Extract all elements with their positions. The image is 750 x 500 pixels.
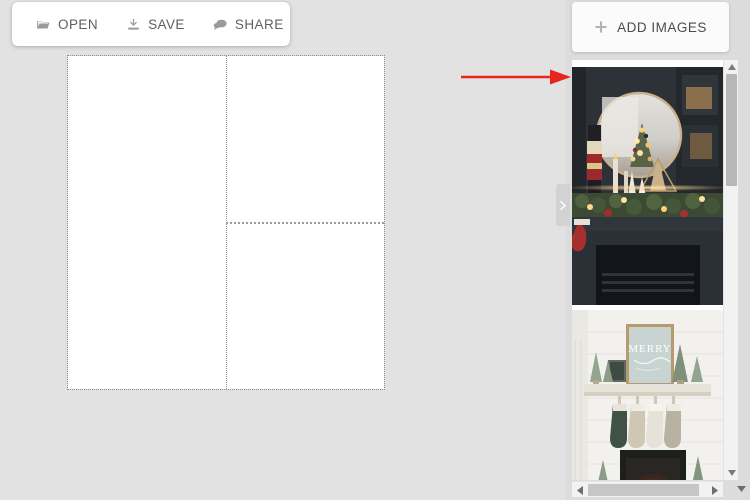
vertical-scrollbar-thumb[interactable] <box>726 74 737 186</box>
svg-text:MERRY: MERRY <box>628 343 672 355</box>
thumbnail-vertical-scrollbar[interactable] <box>723 60 738 480</box>
image-library-panel: ADD IMAGES MERRY <box>566 0 750 500</box>
share-button[interactable]: SHARE <box>211 13 286 36</box>
thumbnail-horizontal-scrollbar[interactable] <box>572 481 723 497</box>
folder-open-icon <box>37 20 50 28</box>
thumbnail-item[interactable]: MERRY <box>572 310 723 480</box>
thumbnail-image-1 <box>572 67 723 305</box>
triangle-down-icon <box>736 486 746 492</box>
open-button-label: OPEN <box>58 16 99 32</box>
scroll-down-button[interactable] <box>724 466 739 480</box>
triangle-left-icon <box>577 485 583 495</box>
horizontal-scrollbar-thumb[interactable] <box>588 484 699 496</box>
collage-cell-right-bottom[interactable] <box>227 223 384 389</box>
collage-divider-horizontal[interactable] <box>226 222 384 224</box>
open-button[interactable]: OPEN <box>34 13 100 36</box>
main-toolbar: OPEN SAVE SHARE <box>12 2 290 46</box>
chat-bubble-icon <box>213 19 227 29</box>
scroll-up-button[interactable] <box>724 60 739 74</box>
chevron-right-icon <box>559 200 566 210</box>
collage-cell-right-top[interactable] <box>227 56 384 222</box>
thumbnail-image-2: MERRY <box>572 310 723 480</box>
scroll-left-button[interactable] <box>572 482 588 498</box>
triangle-right-icon <box>712 485 718 495</box>
triangle-down-icon <box>727 470 736 476</box>
annotation-arrow-icon <box>461 69 571 85</box>
save-button-label: SAVE <box>148 16 185 32</box>
app-root: OPEN SAVE SHARE ADD IMAGES MERRY <box>0 0 750 500</box>
triangle-up-icon <box>727 64 736 70</box>
collage-cell-left[interactable] <box>68 56 226 389</box>
collage-canvas[interactable] <box>67 55 385 390</box>
thumbnail-item[interactable] <box>572 67 723 305</box>
scrollbar-corner-button[interactable] <box>732 481 750 497</box>
save-button[interactable]: SAVE <box>124 13 187 36</box>
add-images-label: ADD IMAGES <box>617 19 707 35</box>
scroll-right-button[interactable] <box>707 482 723 498</box>
download-icon <box>128 18 139 30</box>
thumbnail-list: MERRY <box>572 60 723 480</box>
share-button-label: SHARE <box>234 16 284 32</box>
add-images-button[interactable]: ADD IMAGES <box>572 2 729 52</box>
panel-collapse-handle[interactable] <box>556 184 570 226</box>
plus-icon <box>595 21 607 33</box>
